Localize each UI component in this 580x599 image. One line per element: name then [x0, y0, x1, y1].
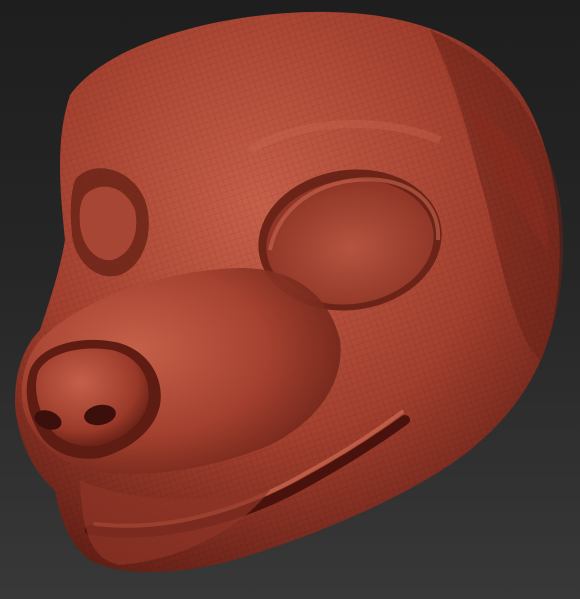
viewport[interactable]: [0, 0, 580, 599]
sculpt-render: [15, 11, 564, 572]
